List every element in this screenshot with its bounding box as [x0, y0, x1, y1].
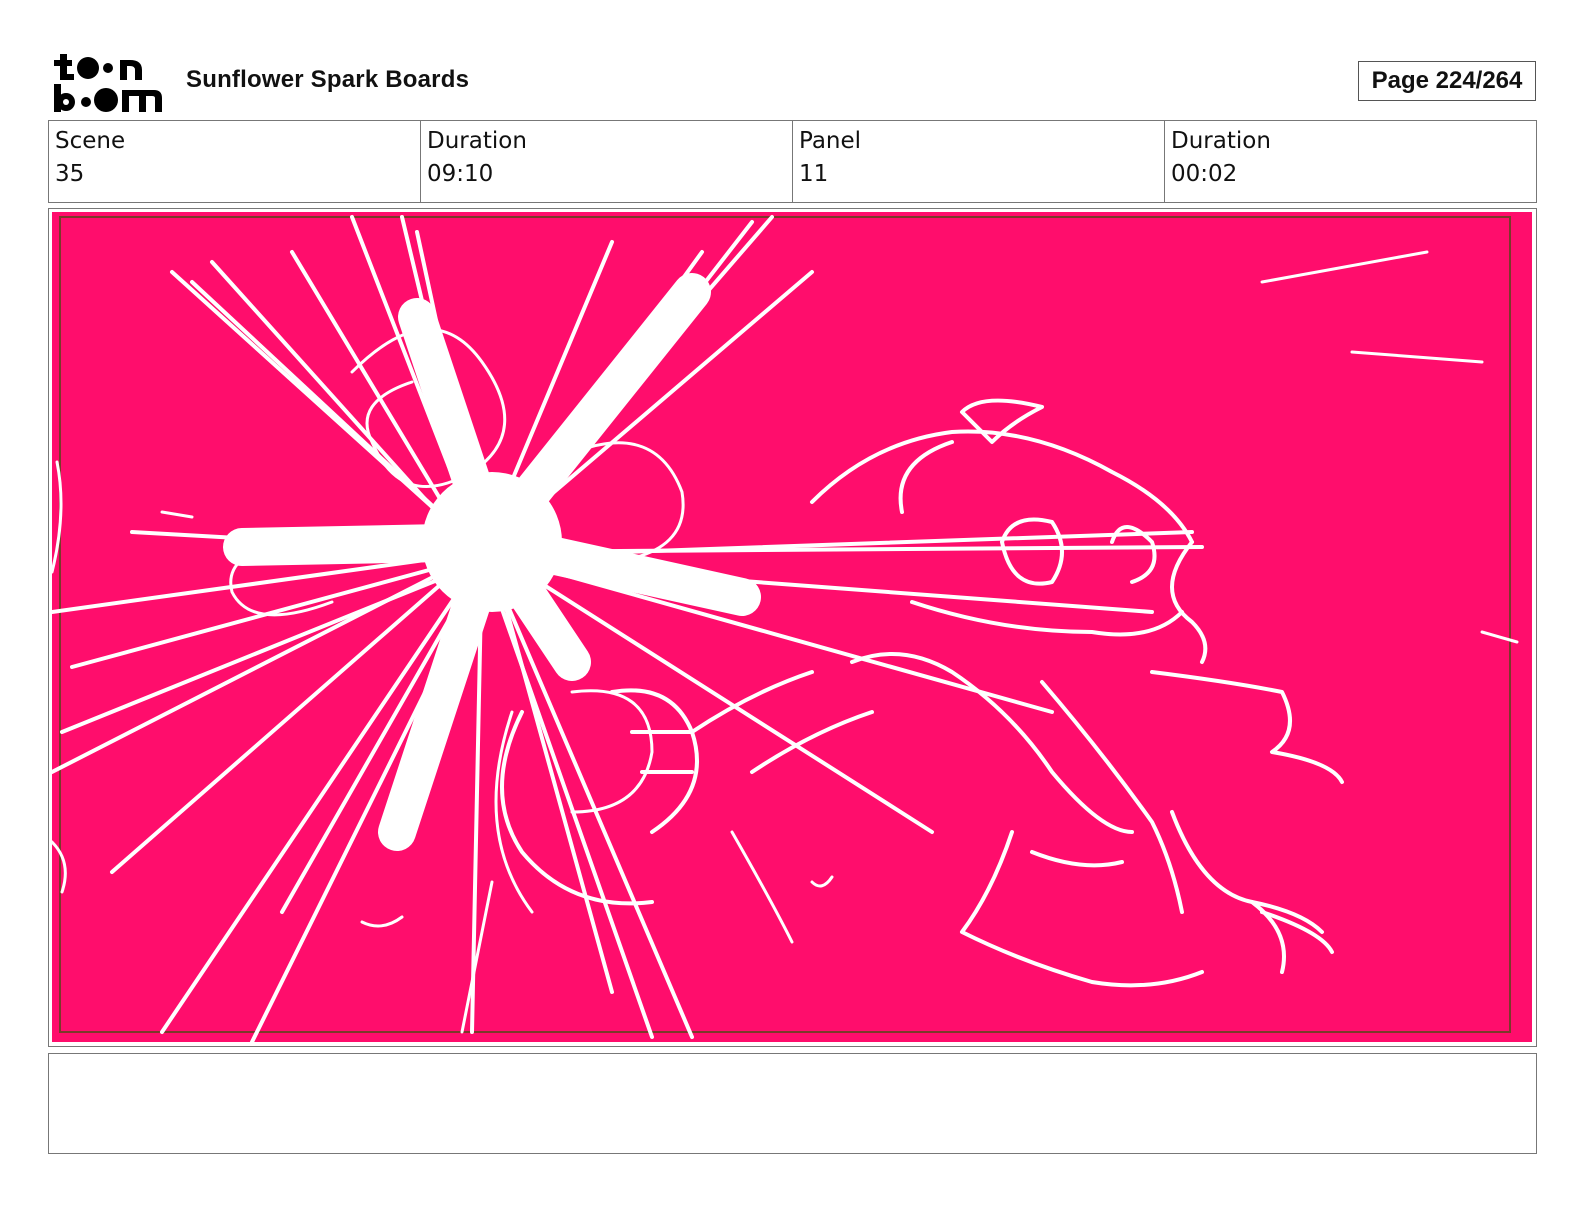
scene-duration-cell: Duration 09:10 — [421, 121, 793, 202]
panel-duration-cell: Duration 00:02 — [1165, 121, 1536, 202]
panel-value: 11 — [799, 161, 829, 187]
panel-label: Panel — [799, 128, 862, 154]
project-title: Sunflower Spark Boards — [186, 66, 470, 93]
scene-duration-value: 09:10 — [427, 161, 494, 187]
scene-label: Scene — [55, 128, 126, 154]
panel-duration-label: Duration — [1171, 128, 1271, 154]
scene-value: 35 — [55, 161, 85, 187]
storyboard-panel — [48, 208, 1537, 1047]
panel-info-table: Scene 35 Duration 09:10 Panel 11 Duratio… — [48, 120, 1537, 203]
panel-cell: Panel 11 — [793, 121, 1165, 202]
panel-sketch-image — [52, 212, 1532, 1042]
scene-duration-label: Duration — [427, 128, 527, 154]
panel-duration-value: 00:02 — [1171, 161, 1238, 187]
toon-boom-logo — [54, 54, 162, 112]
page-counter: Page 224/264 — [1358, 61, 1536, 101]
scene-cell: Scene 35 — [49, 121, 421, 202]
notes-box — [48, 1053, 1537, 1154]
